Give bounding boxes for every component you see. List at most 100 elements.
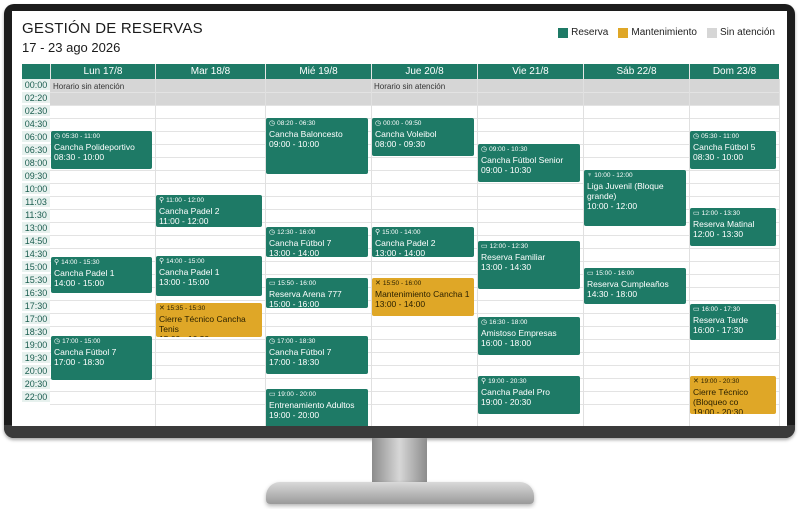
time-label: 18:30 — [22, 326, 50, 338]
time-label: 14:50 — [22, 235, 50, 247]
event-block[interactable]: ✕ 19:00 - 20:30 Cierre Técnico (Bloqueo co… — [690, 376, 776, 414]
day-header[interactable]: Mar 18/8 — [155, 64, 265, 79]
event-name: Liga Juvenil (Bloque grande) — [587, 181, 664, 201]
event-time-small-text: 12:00 - 12:30 — [489, 243, 528, 250]
clock-icon: ◷ — [693, 133, 700, 140]
event-block[interactable]: ⚲ 19:00 - 20:30 Cancha Padel Pro 19:00 - 20… — [478, 376, 580, 414]
legend-item-mantenimiento: Mantenimiento — [618, 27, 697, 38]
event-name: Cancha Padel 2 — [375, 238, 436, 248]
event-block[interactable]: ◷ 17:00 - 18:30 Cancha Fútbol 7 17:00 - 18:… — [266, 336, 368, 374]
day-header[interactable]: Vie 21/8 — [477, 64, 583, 79]
clock-icon: ◷ — [54, 133, 61, 140]
event-time-small-text: 14:00 - 15:30 — [61, 259, 100, 266]
grid-row-line — [50, 404, 779, 405]
legend-label: Reserva — [571, 27, 609, 38]
event-name: Mantenimiento Cancha 1 — [375, 289, 470, 299]
ticket-icon: ▭ — [693, 210, 700, 217]
event-block[interactable]: ◷ 08:20 - 06:30 Cancha Baloncesto 09:00 - 1… — [266, 118, 368, 174]
event-block[interactable]: ▭ 19:00 - 20:00 Entrenamiento Adultos 19:00… — [266, 389, 368, 426]
event-block[interactable]: ▭ 12:00 - 12:30 Reserva Familiar 13:00 - 14… — [478, 241, 580, 289]
day-header[interactable]: Sáb 22/8 — [583, 64, 689, 79]
event-block[interactable]: ▭ 16:00 - 17:30 Reserva Tarde 16:00 - 17:30 — [690, 304, 776, 340]
event-block[interactable]: ◷ 12:30 - 16:00 Cancha Fútbol 7 13:00 - 14:… — [266, 227, 368, 257]
grid-row-line — [50, 378, 779, 379]
event-range: 13:00 - 14:00 — [269, 248, 320, 257]
event-time-small: ✕ 19:00 - 20:30 — [693, 378, 773, 386]
event-block[interactable]: ✕ 15:35 - 15:30 Cierre Técnico Cancha Teni… — [156, 303, 262, 337]
event-block[interactable]: ✕ 15:50 - 16:00 Mantenimiento Cancha 1 13:0… — [372, 278, 474, 316]
time-label: 00:00 — [22, 79, 50, 91]
event-time-small: ✕ 15:50 - 16:00 — [375, 280, 471, 288]
event-time-small-text: 10:00 - 12:00 — [594, 172, 633, 179]
event-range: 16:00 - 17:30 — [693, 325, 744, 335]
event-time-small-text: 19:00 - 20:30 — [700, 378, 740, 385]
event-block[interactable]: ◷ 16:30 - 18:00 Amistoso Empresas 16:00 - 1… — [478, 317, 580, 355]
monitor-chin — [4, 425, 795, 438]
ticket-icon: ▭ — [693, 306, 700, 313]
event-time-small-text: 19:00 - 20:30 — [488, 378, 527, 385]
event-block[interactable]: ⚲ 14:00 - 15:30 Cancha Padel 1 14:00 - 15:0… — [51, 257, 152, 293]
event-time-small-text: 12:30 - 16:00 — [277, 229, 316, 236]
event-block[interactable]: ▭ 15:50 - 16:00 Reserva Arena 777 15:00 - 1… — [266, 278, 368, 308]
event-time-small: ⚲ 19:00 - 20:30 — [481, 378, 577, 386]
event-block[interactable]: ⚲ 11:00 - 12:00 Cancha Padel 2 11:00 - 12:0… — [156, 195, 262, 227]
time-label: 20:00 — [22, 365, 50, 377]
time-label: 06:00 — [22, 131, 50, 143]
event-time-small-text: 11:00 - 12:00 — [166, 197, 204, 204]
event-block[interactable]: ◷ 09:00 - 10:30 Cancha Fútbol Senior 09:00 … — [478, 144, 580, 182]
event-name: Cierre Técnico Cancha Tenis — [159, 314, 246, 334]
event-block[interactable]: ⚲ 15:00 - 14:00 Cancha Padel 2 13:00 - 14:0… — [372, 227, 474, 257]
time-label: 20:30 — [22, 378, 50, 390]
event-block[interactable]: ⚲ 14:00 - 15:00 Cancha Padel 1 13:00 - 15:0… — [156, 256, 262, 296]
event-name: Cancha Voleibol — [375, 129, 437, 139]
event-time-small: ⚲ 14:00 - 15:30 — [54, 259, 149, 267]
event-time-small-text: 15:00 - 16:00 — [595, 270, 634, 277]
event-block[interactable]: ▭ 15:00 - 16:00 Reserva Cumpleaños 14:30 - … — [584, 268, 686, 304]
event-range: 19:00 - 20:30 — [693, 407, 744, 414]
event-range: 09:00 - 10:00 — [269, 139, 320, 149]
event-block[interactable]: ♆ 10:00 - 12:00 Liga Juvenil (Bloque grand… — [584, 170, 686, 226]
legend-swatch — [618, 27, 629, 38]
event-block[interactable]: ▭ 12:00 - 13:30 Reserva Matinal 12:00 - 13:… — [690, 208, 776, 246]
event-block[interactable]: ◷ 05:30 - 11:00 Cancha Polideportivo 08:30 … — [51, 131, 152, 169]
event-block[interactable]: ◷ 05:30 - 11:00 Cancha Fútbol 5 08:30 - 10:… — [690, 131, 776, 169]
day-header[interactable]: Mié 19/8 — [265, 64, 371, 79]
day-header[interactable]: Jue 20/8 — [371, 64, 477, 79]
tennis-icon: ⚲ — [481, 378, 487, 385]
event-time-small-text: 19:00 - 20:00 — [277, 391, 316, 398]
event-time-small: ◷ 17:00 - 15:00 — [54, 338, 149, 346]
event-range: 17:00 - 18:30 — [269, 357, 320, 367]
wrench-icon: ✕ — [375, 280, 381, 287]
event-name: Cancha Baloncesto — [269, 129, 343, 139]
legend-swatch — [706, 27, 717, 38]
grid-corner — [22, 64, 50, 79]
event-name: Cancha Padel 2 — [159, 206, 220, 216]
legend-item-reserva: Reserva — [558, 27, 608, 38]
event-block[interactable]: ◷ 17:00 - 15:00 Cancha Fútbol 7 17:00 - 18:… — [51, 336, 152, 380]
date-range: 17 - 23 ago 2026 — [22, 40, 121, 55]
legend-swatch — [558, 27, 569, 38]
event-time-small-text: 08:20 - 06:30 — [277, 120, 316, 127]
event-name: Entrenamiento Adultos — [269, 400, 355, 410]
wrench-icon: ✕ — [159, 305, 165, 312]
event-name: Cancha Padel 1 — [54, 268, 115, 278]
clock-icon: ◷ — [269, 120, 276, 127]
event-name: Cancha Fútbol Senior — [481, 155, 564, 165]
grid-row-line — [50, 92, 779, 93]
event-name: Reserva Arena 777 — [269, 289, 342, 299]
day-header[interactable]: Dom 23/8 — [689, 64, 779, 79]
event-name: Cancha Fútbol 7 — [269, 347, 332, 357]
time-label: 08:00 — [22, 157, 50, 169]
event-range: 13:00 - 14:30 — [481, 262, 532, 272]
event-block[interactable]: ◷ 00:00 - 09:50 Cancha Voleibol 08:00 - 09:… — [372, 118, 474, 156]
event-time-small: ◷ 00:00 - 09:50 — [375, 120, 471, 128]
day-header[interactable]: Lun 17/8 — [50, 64, 155, 79]
time-label: 09:30 — [22, 170, 50, 182]
event-time-small: ◷ 05:30 - 11:00 — [693, 133, 773, 141]
time-label: 17:30 — [22, 300, 50, 312]
grid-row-line — [50, 365, 779, 366]
ticket-icon: ▭ — [481, 243, 488, 250]
clock-icon: ◷ — [481, 146, 488, 153]
event-time-small-text: 14:00 - 15:00 — [166, 258, 205, 265]
event-time-small: ◷ 05:30 - 11:00 — [54, 133, 149, 141]
